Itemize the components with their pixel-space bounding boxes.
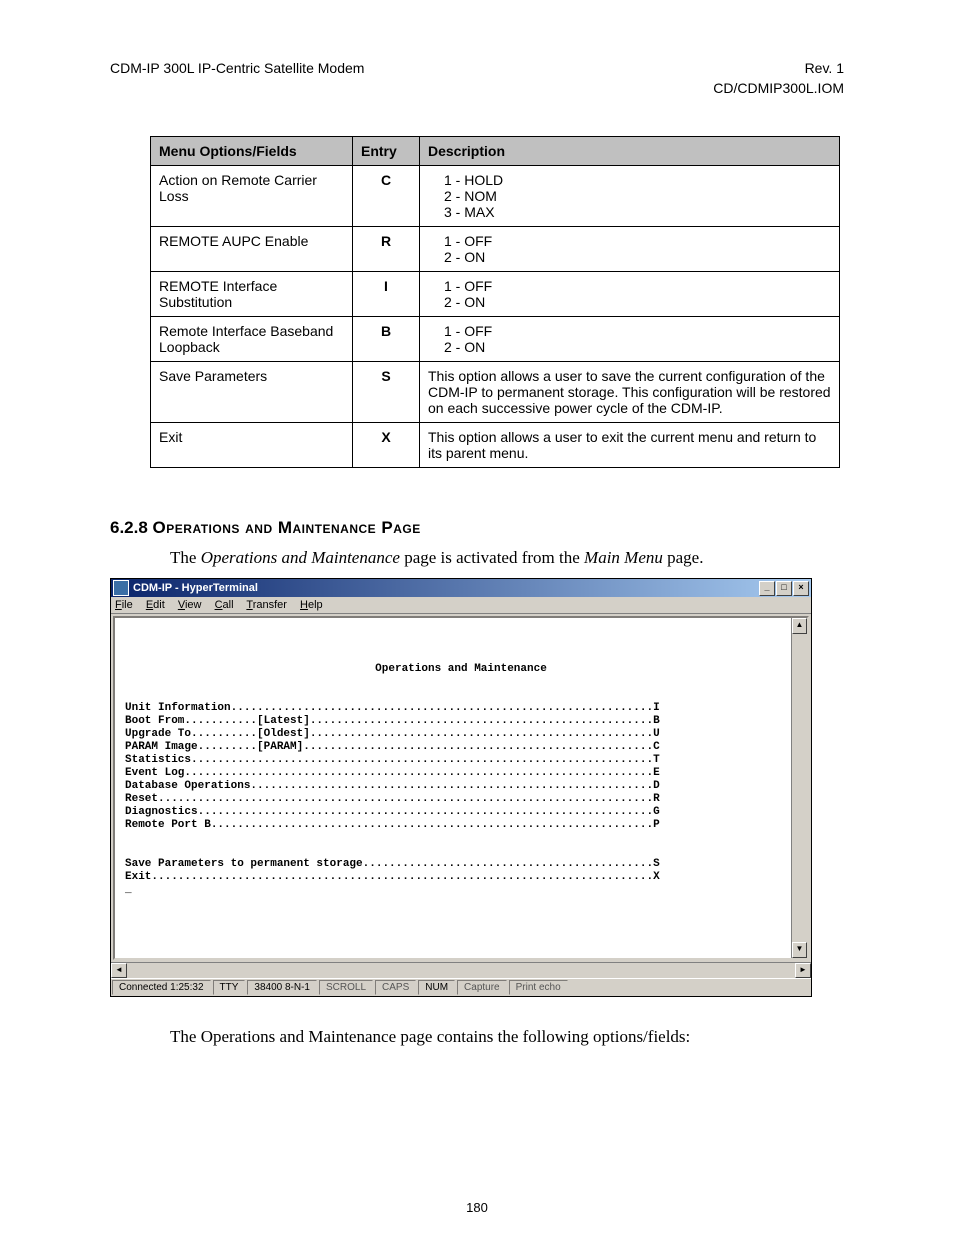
terminal-content: Operations and Maintenance Unit Informat… [115,618,807,903]
hyperterminal-window: CDM-IP - HyperTerminal _ □ × File Edit V… [110,578,812,997]
cell-desc: 1 - OFF 2 - ON [420,317,840,362]
th-entry: Entry [353,137,420,166]
term-line: Unit Information........................… [125,702,660,714]
scroll-down-icon[interactable]: ▼ [792,942,807,958]
menu-edit[interactable]: Edit [146,599,165,611]
cell-entry: S [353,362,420,423]
term-line: Event Log...............................… [125,767,660,779]
status-connected: Connected 1:25:32 [112,980,211,995]
status-printecho: Print echo [509,980,568,995]
page-header: CDM-IP 300L IP-Centric Satellite Modem R… [110,60,844,76]
cell-option: REMOTE Interface Substitution [151,272,353,317]
cell-option: Save Parameters [151,362,353,423]
cell-option: Exit [151,423,353,468]
scroll-left-icon[interactable]: ◄ [111,963,127,978]
terminal-body[interactable]: Operations and Maintenance Unit Informat… [113,616,809,960]
menu-transfer[interactable]: Transfer [246,599,287,611]
term-line: Remote Port B...........................… [125,819,660,831]
table-row: Action on Remote Carrier Loss C 1 - HOLD… [151,166,840,227]
cell-entry: R [353,227,420,272]
term-line: Upgrade To..........[Oldest]............… [125,728,660,740]
table-row: Remote Interface Baseband Loopback B 1 -… [151,317,840,362]
menu-options-table: Menu Options/Fields Entry Description Ac… [150,136,840,468]
maximize-button[interactable]: □ [776,581,792,596]
cell-option: REMOTE AUPC Enable [151,227,353,272]
status-num: NUM [418,980,455,995]
cell-entry: C [353,166,420,227]
header-right2: CD/CDMIP300L.IOM [713,80,844,96]
cell-desc: 1 - OFF 2 - ON [420,227,840,272]
th-description: Description [420,137,840,166]
status-dev: TTY [213,980,246,995]
table-row: Save Parameters S This option allows a u… [151,362,840,423]
section-number: 6.2.8 [110,518,148,537]
close-button[interactable]: × [793,581,809,596]
menu-help[interactable]: Help [300,599,323,611]
page-number: 180 [0,1200,954,1215]
cell-desc: This option allows a user to exit the cu… [420,423,840,468]
titlebar[interactable]: CDM-IP - HyperTerminal _ □ × [111,579,811,597]
app-icon [113,580,129,596]
vertical-scrollbar[interactable]: ▲ ▼ [791,618,807,958]
document-page: CDM-IP 300L IP-Centric Satellite Modem R… [0,0,954,1235]
menu-view[interactable]: View [178,599,202,611]
cell-option: Action on Remote Carrier Loss [151,166,353,227]
menu-file[interactable]: File [115,599,133,611]
status-bar: Connected 1:25:32 TTY 38400 8-N-1 SCROLL… [111,978,811,996]
page-header-2: CD/CDMIP300L.IOM [110,80,844,96]
cell-desc: 1 - OFF 2 - ON [420,272,840,317]
cell-option: Remote Interface Baseband Loopback [151,317,353,362]
status-capture: Capture [457,980,507,995]
term-line: Database Operations.....................… [125,780,660,792]
term-line: Boot From...........[Latest]............… [125,715,660,727]
th-option: Menu Options/Fields [151,137,353,166]
minimize-button[interactable]: _ [759,581,775,596]
term-line: Save Parameters to permanent storage....… [125,858,660,870]
section-heading: 6.2.8 Operations and Maintenance Page [110,518,844,538]
menubar: File Edit View Call Transfer Help [111,597,811,614]
term-line: Diagnostics.............................… [125,806,660,818]
term-line: _ [125,884,132,896]
table-row: REMOTE AUPC Enable R 1 - OFF 2 - ON [151,227,840,272]
intro-paragraph: The Operations and Maintenance page is a… [170,548,844,568]
status-scroll: SCROLL [319,980,373,995]
section-title: Operations and Maintenance Page [153,518,421,537]
horizontal-scrollbar[interactable]: ◄ ► [111,962,811,978]
cell-desc: This option allows a user to save the cu… [420,362,840,423]
footer-paragraph: The Operations and Maintenance page cont… [170,1027,844,1047]
header-left: CDM-IP 300L IP-Centric Satellite Modem [110,60,364,76]
scroll-right-icon[interactable]: ► [795,963,811,978]
screen-title: Operations and Maintenance [125,663,797,676]
status-settings: 38400 8-N-1 [247,980,317,995]
scroll-up-icon[interactable]: ▲ [792,618,807,634]
term-line: Statistics..............................… [125,754,660,766]
window-title: CDM-IP - HyperTerminal [133,582,759,594]
cell-desc: 1 - HOLD 2 - NOM 3 - MAX [420,166,840,227]
term-line: PARAM Image.........[PARAM].............… [125,741,660,753]
table-row: REMOTE Interface Substitution I 1 - OFF … [151,272,840,317]
cell-entry: I [353,272,420,317]
menu-call[interactable]: Call [215,599,234,611]
cell-entry: B [353,317,420,362]
status-caps: CAPS [375,980,416,995]
term-line: Exit....................................… [125,871,660,883]
table-row: Exit X This option allows a user to exit… [151,423,840,468]
header-right1: Rev. 1 [805,60,844,76]
cell-entry: X [353,423,420,468]
term-line: Reset...................................… [125,793,660,805]
